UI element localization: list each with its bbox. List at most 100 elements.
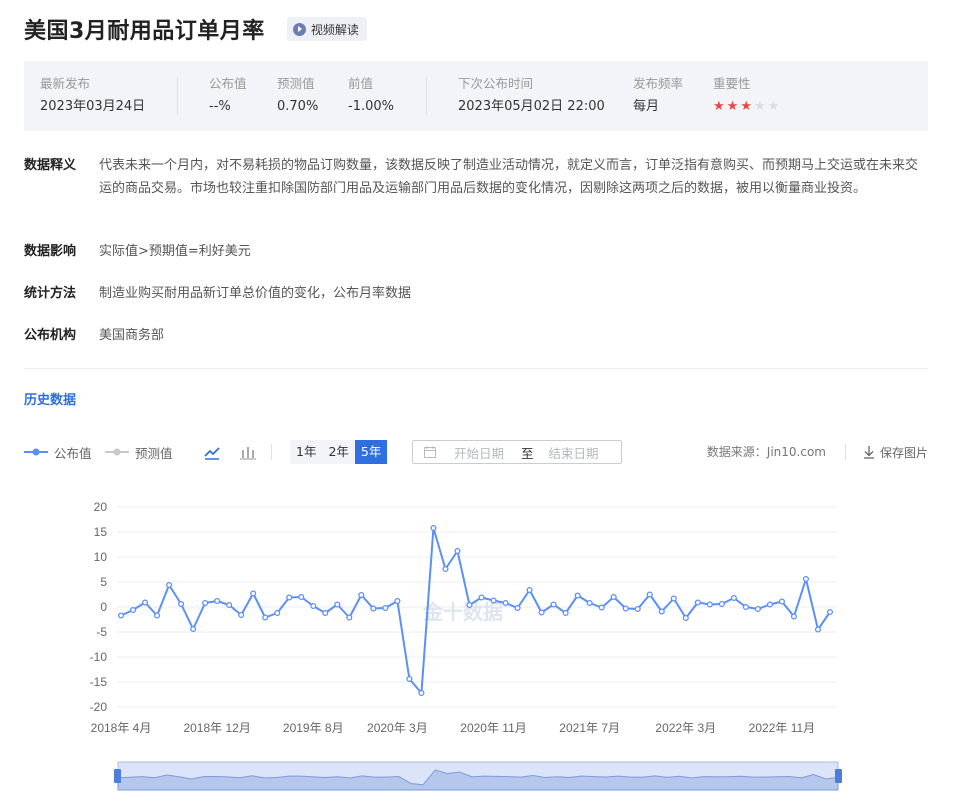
data-point[interactable]: [141, 599, 149, 606]
data-point[interactable]: [406, 675, 413, 683]
legend-forecast[interactable]: 预测值: [105, 440, 173, 464]
data-point[interactable]: [538, 609, 545, 616]
data-point[interactable]: [478, 594, 485, 601]
data-point[interactable]: [154, 612, 161, 619]
range-5y-button[interactable]: 5年: [354, 440, 388, 464]
data-point[interactable]: [262, 614, 269, 621]
data-point[interactable]: [682, 614, 689, 622]
data-point[interactable]: [310, 602, 317, 610]
data-point[interactable]: [790, 613, 797, 620]
data-point[interactable]: [634, 605, 641, 613]
y-tick-label: 0: [100, 600, 107, 614]
forecast-label: 预测值: [277, 76, 315, 91]
data-point[interactable]: [490, 597, 497, 604]
y-tick-label: 20: [94, 500, 108, 514]
calendar-icon: [424, 446, 436, 458]
desc-definition: 数据释义 代表未来一个月内，对不易耗损的物品订购数量，该数据反映了制造业活动情况…: [24, 155, 929, 200]
data-point[interactable]: [298, 593, 305, 601]
data-point[interactable]: [394, 597, 401, 605]
actual-label: 公布值: [209, 76, 247, 91]
toolbar-divider: [845, 444, 846, 460]
range-2y-button[interactable]: 2年: [322, 440, 355, 464]
zoom-handle-left[interactable]: [114, 769, 121, 783]
y-axis-labels: 20 15 10 5 0 -5 -10 -15 -20: [90, 500, 108, 714]
bar-chart-icon[interactable]: [238, 442, 258, 462]
data-point[interactable]: [274, 609, 281, 617]
end-date-input[interactable]: 结束日期: [549, 443, 599, 462]
data-point[interactable]: [238, 611, 245, 619]
data-point[interactable]: [742, 603, 749, 611]
star-filled-icon: ★: [740, 99, 752, 114]
zoom-handle-right[interactable]: [835, 769, 842, 783]
data-point[interactable]: [166, 581, 173, 589]
data-point[interactable]: [502, 599, 509, 607]
data-point[interactable]: [610, 593, 617, 601]
data-point[interactable]: [214, 597, 221, 605]
data-point[interactable]: [226, 601, 233, 609]
data-point[interactable]: [814, 626, 822, 633]
data-point[interactable]: [754, 605, 761, 613]
legend-forecast-label: 预测值: [135, 445, 173, 461]
data-point[interactable]: [778, 598, 785, 605]
data-point[interactable]: [574, 592, 581, 599]
data-point[interactable]: [286, 594, 293, 601]
data-point[interactable]: [382, 604, 389, 612]
data-point[interactable]: [178, 600, 185, 608]
date-range-picker[interactable]: 开始日期 至 结束日期: [412, 440, 622, 464]
data-point[interactable]: [250, 590, 257, 597]
range-selector: 1年 2年 5年: [290, 440, 388, 464]
desc-text: 美国商务部: [99, 328, 165, 343]
history-line-chart: 20151050-5-10-15-20 2018年 4月 2018年 12月 201…: [90, 500, 842, 791]
data-point[interactable]: [670, 595, 677, 602]
desc-impact: 数据影响 实际值>预期值=利好美元: [24, 241, 929, 264]
video-label: 视频解读: [310, 22, 359, 37]
legend-actual-label: 公布值: [54, 445, 92, 461]
star-filled-icon: ★: [726, 99, 739, 114]
data-point[interactable]: [358, 591, 365, 599]
data-point[interactable]: [334, 601, 341, 608]
x-tick-label: 2018年 4月: [91, 721, 152, 735]
data-point[interactable]: [718, 600, 725, 608]
data-point[interactable]: [826, 608, 834, 616]
data-point[interactable]: [202, 599, 209, 607]
start-date-input[interactable]: 开始日期: [454, 443, 504, 462]
data-point[interactable]: [370, 605, 377, 612]
data-point[interactable]: [598, 604, 605, 611]
x-tick-label: 2020年 3月: [367, 721, 428, 735]
line-chart-icon[interactable]: [202, 442, 222, 462]
data-point[interactable]: [430, 524, 437, 532]
save-label: 保存图片: [879, 445, 928, 460]
x-tick-label: 2020年 11月: [460, 721, 527, 735]
save-image-button[interactable]: 保存图片: [863, 440, 928, 464]
section-divider: [24, 368, 928, 369]
data-point[interactable]: [658, 608, 665, 615]
data-point[interactable]: [802, 575, 810, 583]
data-point[interactable]: [117, 612, 125, 619]
data-point[interactable]: [694, 599, 701, 606]
data-point[interactable]: [322, 609, 329, 617]
data-point[interactable]: [586, 599, 593, 607]
zoom-slider[interactable]: [114, 761, 842, 791]
desc-text: 制造业购买耐用品新订单总价值的变化，公布月率数据: [99, 286, 412, 301]
data-point[interactable]: [454, 547, 461, 555]
range-1y-button[interactable]: 1年: [290, 440, 323, 464]
data-point[interactable]: [550, 601, 557, 608]
data-point[interactable]: [466, 601, 473, 609]
data-point[interactable]: [766, 601, 773, 608]
data-point[interactable]: [622, 605, 629, 612]
data-point[interactable]: [442, 565, 449, 573]
data-point[interactable]: [418, 689, 425, 697]
data-point[interactable]: [706, 601, 713, 608]
video-explain-button[interactable]: 视频解读: [286, 17, 367, 41]
data-point[interactable]: [346, 614, 353, 621]
latest-release-label: 最新发布: [40, 76, 91, 91]
data-point[interactable]: [190, 625, 197, 633]
data-point[interactable]: [514, 604, 521, 612]
data-point[interactable]: [730, 594, 737, 602]
data-point[interactable]: [562, 609, 569, 617]
data-point[interactable]: [646, 591, 653, 598]
data-point[interactable]: [129, 606, 137, 614]
legend-actual[interactable]: 公布值: [24, 440, 92, 464]
actual-legend-icon: [24, 448, 48, 456]
data-point[interactable]: [526, 586, 533, 594]
